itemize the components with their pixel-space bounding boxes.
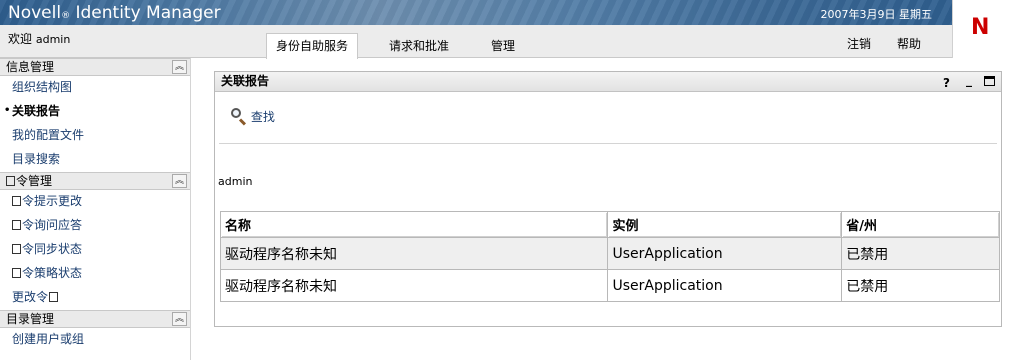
missing-glyph-icon <box>12 244 21 254</box>
search-label: 查找 <box>250 110 275 124</box>
sidebar-group-password-management[interactable]: 令管理 ︽ <box>0 172 190 190</box>
product-name: Identity Manager <box>75 3 221 23</box>
column-header-name[interactable]: 名称 <box>219 211 609 238</box>
sidebar-group-info-management[interactable]: 信息管理 ︽ <box>0 58 190 76</box>
double-chevron-up-icon[interactable]: ︽ <box>172 60 187 74</box>
missing-glyph-icon <box>12 268 21 278</box>
relationship-report-portlet: 关联报告 ? _ 查找 admin 名称 实例 省/州 驱动程序名称未知 Use… <box>214 71 1002 327</box>
tab-administration[interactable]: 管理 <box>482 35 524 58</box>
sidebar-item-label: 令询问应答 <box>22 218 83 232</box>
table-header-row: 名称 实例 省/州 <box>219 211 1000 238</box>
cell-name: 驱动程序名称未知 <box>219 237 609 270</box>
welcome-user: admin <box>35 33 71 46</box>
sidebar-item-label: 关联报告 <box>12 104 61 118</box>
user-label: admin <box>218 175 253 188</box>
sidebar-item-password-hint[interactable]: 令提示更改 <box>0 190 190 214</box>
sidebar-item-label: 更改令 <box>12 290 49 304</box>
tab-requests-approvals[interactable]: 请求和批准 <box>380 35 458 58</box>
missing-glyph-icon <box>12 220 21 230</box>
sidebar: 信息管理 ︽ 组织结构图 • 关联报告 我的配置文件 目录搜索 令管理 ︽ 令提示… <box>0 58 191 360</box>
sidebar-item-password-sync-status[interactable]: 令同步状态 <box>0 238 190 262</box>
sidebar-item-label: 令提示更改 <box>22 194 83 208</box>
double-chevron-up-icon[interactable]: ︽ <box>172 312 187 326</box>
sidebar-item-relationship-report[interactable]: • 关联报告 <box>0 100 190 124</box>
maximize-icon[interactable] <box>984 76 995 86</box>
portlet-title-bar: 关联报告 ? _ <box>215 72 1001 92</box>
sidebar-item-challenge-response[interactable]: 令询问应答 <box>0 214 190 238</box>
cell-instance: UserApplication <box>607 269 843 302</box>
cell-instance: UserApplication <box>607 237 843 270</box>
group-title: 令管理 <box>16 174 53 188</box>
sidebar-item-label: 令同步状态 <box>22 242 83 256</box>
relationship-table: 名称 实例 省/州 驱动程序名称未知 UserApplication 已禁用 驱… <box>219 211 1000 302</box>
help-icon[interactable]: ? <box>943 74 950 93</box>
minimize-icon[interactable]: _ <box>966 71 972 90</box>
portlet-title: 关联报告 <box>221 74 270 88</box>
sidebar-group-directory-management[interactable]: 目录管理 ︽ <box>0 310 190 328</box>
welcome-text: 欢迎 admin <box>8 30 70 47</box>
app-title: Novell® Identity Manager <box>8 3 221 23</box>
sidebar-item-my-profile[interactable]: 我的配置文件 <box>0 124 190 148</box>
current-date: 2007年3月9日 星期五 <box>820 8 933 21</box>
nav-bar: 欢迎 admin 身份自助服务 请求和批准 管理 注销 帮助 <box>0 25 952 59</box>
sidebar-item-org-chart[interactable]: 组织结构图 <box>0 76 190 100</box>
sidebar-item-create-user-or-group[interactable]: 创建用户或组 <box>0 328 190 352</box>
active-marker-icon: • <box>4 105 11 116</box>
cell-state: 已禁用 <box>841 237 1000 270</box>
search-link[interactable]: 查找 <box>231 108 275 126</box>
missing-glyph-icon <box>6 176 15 186</box>
column-header-instance[interactable]: 实例 <box>607 211 843 238</box>
group-title: 信息管理 <box>6 60 55 74</box>
divider <box>219 143 997 144</box>
help-link[interactable]: 帮助 <box>897 35 921 52</box>
missing-glyph-icon <box>49 292 59 302</box>
cell-state: 已禁用 <box>841 269 1000 302</box>
brand-name: Novell <box>8 3 62 23</box>
table-row[interactable]: 驱动程序名称未知 UserApplication 已禁用 <box>219 237 1000 270</box>
group-title: 目录管理 <box>6 312 55 326</box>
logout-link[interactable]: 注销 <box>847 35 871 52</box>
sidebar-item-directory-search[interactable]: 目录搜索 <box>0 148 190 172</box>
missing-glyph-icon <box>12 196 21 206</box>
sidebar-item-password-policy-status[interactable]: 令策略状态 <box>0 262 190 286</box>
sidebar-item-label: 令策略状态 <box>22 266 83 280</box>
tab-self-service[interactable]: 身份自助服务 <box>266 33 359 59</box>
logo-letter: N <box>971 15 990 40</box>
cell-name: 驱动程序名称未知 <box>219 269 609 302</box>
double-chevron-up-icon[interactable]: ︽ <box>172 174 187 188</box>
header-banner: Novell® Identity Manager 2007年3月9日 星期五 <box>0 0 952 25</box>
magnifier-icon <box>231 108 247 126</box>
column-header-state[interactable]: 省/州 <box>841 211 1000 238</box>
sidebar-item-change-password[interactable]: 更改令 <box>0 286 190 310</box>
registered-mark: ® <box>61 11 71 21</box>
novell-logo: N <box>952 0 1024 58</box>
welcome-label: 欢迎 <box>8 32 33 46</box>
table-row[interactable]: 驱动程序名称未知 UserApplication 已禁用 <box>219 269 1000 302</box>
